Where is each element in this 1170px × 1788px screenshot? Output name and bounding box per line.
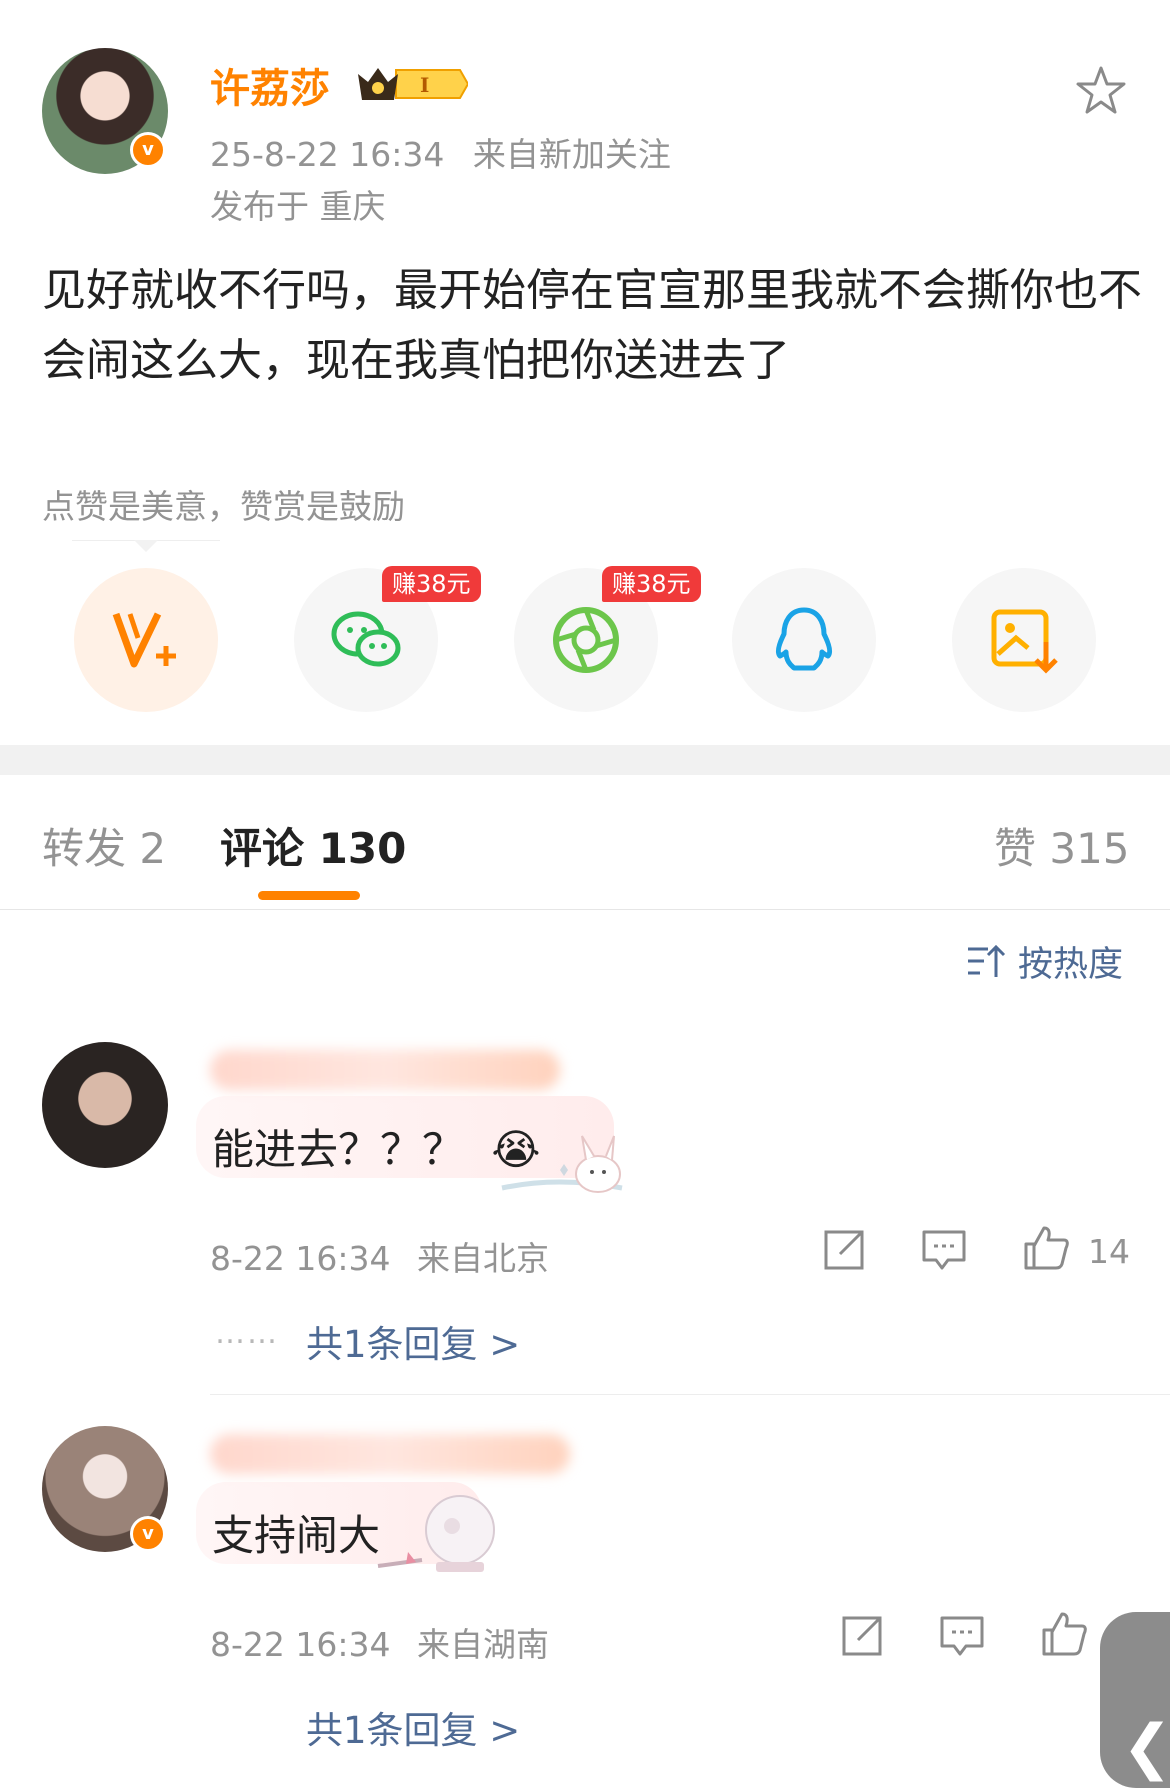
level-label: I bbox=[420, 73, 429, 97]
comment-username-blurred[interactable] bbox=[210, 1434, 570, 1474]
back-gesture-handle[interactable]: ❮ bbox=[1100, 1612, 1170, 1788]
reward-text: 点赞是美意，赞赏是鼓励 bbox=[42, 487, 405, 526]
moments-icon bbox=[553, 607, 619, 673]
comment-text: 支持闹大 bbox=[212, 1511, 381, 1560]
sort-button[interactable]: 按热度 bbox=[966, 936, 1123, 986]
tab-repost[interactable]: 转发 2 bbox=[42, 815, 166, 876]
post-card: v 许荔莎 I 25-8-22 16:34 来自新加关注 发布于 重庆 见好就收… bbox=[0, 0, 1170, 745]
wechat-icon bbox=[331, 611, 401, 667]
tab-likes[interactable]: 赞 315 bbox=[994, 815, 1130, 876]
comment-icon[interactable] bbox=[938, 1612, 986, 1660]
bunny-sticker-icon bbox=[501, 1135, 623, 1193]
comment-meta: 8-22 16:34 来自北京 bbox=[210, 1232, 549, 1280]
comment-source: 来自湖南 bbox=[417, 1625, 549, 1664]
comment-username-blurred[interactable] bbox=[210, 1050, 560, 1090]
comment-meta: 8-22 16:34 来自湖南 bbox=[210, 1618, 549, 1666]
tab-active-indicator bbox=[258, 891, 360, 900]
reward-caret bbox=[134, 540, 158, 552]
tab-bar: 转发 2 评论 130 赞 315 bbox=[0, 775, 1170, 910]
post-source: 来自新加关注 bbox=[472, 135, 671, 174]
post-location: 发布于 重庆 bbox=[210, 187, 386, 226]
comment-source: 来自北京 bbox=[417, 1239, 549, 1278]
save-image-icon bbox=[991, 609, 1058, 674]
like-icon[interactable] bbox=[1022, 1224, 1070, 1272]
comment-divider bbox=[210, 1394, 1170, 1395]
share-icon[interactable] bbox=[838, 1612, 886, 1660]
comment-text: 能进去？？？ 😭 bbox=[212, 1125, 541, 1174]
sort-label: 按热度 bbox=[1018, 944, 1124, 985]
like-icon[interactable] bbox=[1040, 1610, 1088, 1658]
star-outline-icon[interactable] bbox=[1074, 64, 1128, 118]
comment-time: 8-22 16:34 bbox=[210, 1239, 391, 1278]
wechat-reward-badge: 赚38元 bbox=[382, 566, 481, 602]
v-plus-icon bbox=[112, 612, 176, 668]
post-time: 25-8-22 16:34 bbox=[210, 135, 445, 174]
view-replies-link[interactable]: 共1条回复 > bbox=[306, 1700, 520, 1754]
reply-dots: …… bbox=[215, 1316, 279, 1351]
view-replies-link[interactable]: 共1条回复 > bbox=[306, 1314, 520, 1368]
sort-icon bbox=[968, 944, 1006, 977]
back-arrow-icon: ❮ bbox=[1122, 1712, 1170, 1782]
share-icon[interactable] bbox=[820, 1226, 868, 1274]
like-count: 14 bbox=[1088, 1232, 1130, 1271]
member-crown-icon[interactable]: I bbox=[356, 64, 468, 104]
author-name[interactable]: 许荔莎 bbox=[210, 56, 330, 114]
comment-icon[interactable] bbox=[920, 1226, 968, 1274]
verified-icon: v bbox=[130, 1516, 166, 1552]
reward-button[interactable] bbox=[74, 568, 218, 712]
save-image-button[interactable] bbox=[952, 568, 1096, 712]
verified-icon: v bbox=[130, 132, 166, 168]
post-content: 见好就收不行吗，最开始停在官宣那里我就不会撕你也不会闹这么大，现在我真怕把你送进… bbox=[42, 265, 1142, 386]
moments-reward-badge: 赚38元 bbox=[602, 566, 701, 602]
tab-comments[interactable]: 评论 130 bbox=[220, 815, 406, 876]
qq-icon bbox=[775, 607, 833, 671]
post-meta: 25-8-22 16:34 来自新加关注 bbox=[210, 128, 671, 176]
comment-avatar[interactable] bbox=[42, 1042, 168, 1168]
comment-time: 8-22 16:34 bbox=[210, 1625, 391, 1664]
crystal-ball-sticker-icon bbox=[377, 1495, 495, 1572]
qq-share-button[interactable] bbox=[732, 568, 876, 712]
section-divider bbox=[0, 745, 1170, 775]
